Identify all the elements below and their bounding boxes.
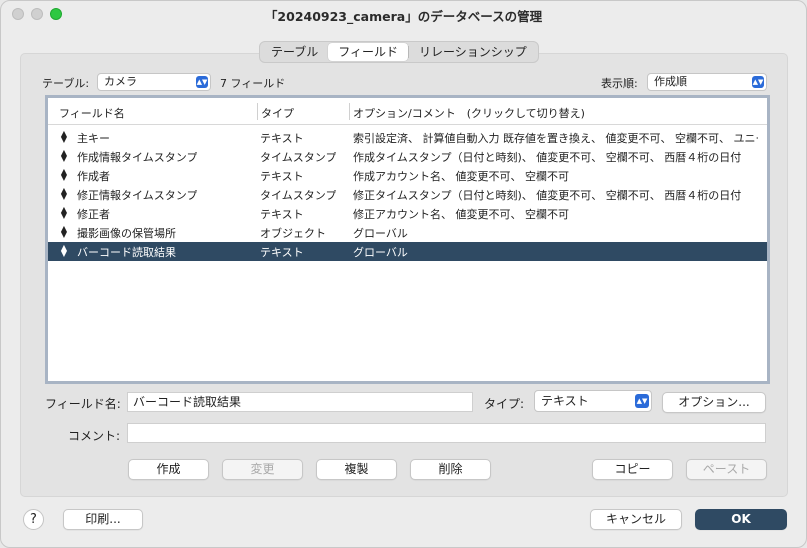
field-name-cell: 作成情報タイムスタンプ xyxy=(77,151,198,164)
drag-handle-icon[interactable]: ▲ ▼ xyxy=(60,149,68,163)
field-options-cell[interactable]: 作成アカウント名、 値変更不可、 空欄不可 xyxy=(353,168,758,184)
field-type-cell: タイムスタンプ xyxy=(260,151,337,164)
table-row-selected[interactable]: ▲ ▼ バーコード読取結果 テキスト グローバル xyxy=(48,242,767,261)
field-options-cell[interactable]: グローバル xyxy=(353,225,758,241)
fields-table[interactable]: フィールド名 タイプ オプション/コメント (クリックして切り替え) ▲ ▼ 主キ… xyxy=(45,95,770,384)
field-type-cell: テキスト xyxy=(260,170,304,183)
column-divider[interactable] xyxy=(349,103,350,120)
change-button[interactable]: 変更 xyxy=(222,459,303,480)
field-options-cell[interactable]: 作成タイムスタンプ（日付と時刻)、 値変更不可、 空欄不可、 西暦４桁の日付 xyxy=(353,149,758,165)
table-row[interactable]: ▲ ▼ 修正情報タイムスタンプ タイムスタンプ 修正タイムスタンプ（日付と時刻)、… xyxy=(48,185,767,204)
sort-label: 表示順: xyxy=(601,77,638,90)
tab-relationships[interactable]: リレーションシップ xyxy=(409,43,537,61)
field-name-cell: 修正者 xyxy=(77,208,110,221)
manage-database-window: 「20240923_camera」のデータベースの管理 テーブル フィールド リ… xyxy=(0,0,807,548)
drag-handle-icon[interactable]: ▲ ▼ xyxy=(60,244,68,258)
drag-handle-icon[interactable]: ▲ ▼ xyxy=(60,130,68,144)
sort-popup-value: 作成順 xyxy=(654,75,687,88)
field-name-cell: 修正情報タイムスタンプ xyxy=(77,189,198,202)
type-label: タイプ: xyxy=(484,397,525,411)
field-type-cell: タイムスタンプ xyxy=(260,189,337,202)
cancel-button[interactable]: キャンセル xyxy=(590,509,682,530)
table-row[interactable]: ▲ ▼ 主キー テキスト 索引設定済、 計算値自動入力 既存値を置き換え、 値変更… xyxy=(48,128,767,147)
column-header-options[interactable]: オプション/コメント (クリックして切り替え) xyxy=(353,105,585,121)
field-type-cell: テキスト xyxy=(260,132,304,145)
copy-button[interactable]: コピー xyxy=(592,459,673,480)
drag-handle-icon[interactable]: ▲ ▼ xyxy=(60,206,68,220)
field-type-cell: テキスト xyxy=(260,246,304,259)
field-options-cell[interactable]: 修正アカウント名、 値変更不可、 空欄不可 xyxy=(353,206,758,222)
sort-popup[interactable]: 作成順 ▲▼ xyxy=(647,73,767,91)
updown-chevron-icon: ▲▼ xyxy=(196,76,208,88)
field-options-cell[interactable]: 修正タイムスタンプ（日付と時刻)、 値変更不可、 空欄不可、 西暦４桁の日付 xyxy=(353,187,758,203)
field-count: 7 フィールド xyxy=(220,77,286,90)
comment-label: コメント: xyxy=(68,429,121,443)
field-options-cell[interactable]: 索引設定済、 計算値自動入力 既存値を置き換え、 値変更不可、 空欄不可、 ユニ… xyxy=(353,130,758,146)
table-header: フィールド名 タイプ オプション/コメント (クリックして切り替え) xyxy=(48,98,767,125)
ok-button[interactable]: OK xyxy=(695,509,787,530)
table-row[interactable]: ▲ ▼ 修正者 テキスト 修正アカウント名、 値変更不可、 空欄不可 xyxy=(48,204,767,223)
type-popup[interactable]: テキスト ▲▼ xyxy=(534,390,652,412)
updown-chevron-icon: ▲▼ xyxy=(635,394,649,408)
help-button[interactable]: ? xyxy=(23,509,44,530)
table-row[interactable]: ▲ ▼ 撮影画像の保管場所 オブジェクト グローバル xyxy=(48,223,767,242)
field-type-cell: テキスト xyxy=(260,208,304,221)
field-name-cell: 撮影画像の保管場所 xyxy=(77,227,176,240)
column-divider[interactable] xyxy=(257,103,258,120)
type-popup-value: テキスト xyxy=(541,394,589,408)
field-name-cell: 作成者 xyxy=(77,170,110,183)
table-popup-value: カメラ xyxy=(104,75,137,88)
tab-tables[interactable]: テーブル xyxy=(261,43,328,61)
tab-fields[interactable]: フィールド xyxy=(328,43,409,61)
updown-chevron-icon: ▲▼ xyxy=(752,76,764,88)
delete-button[interactable]: 削除 xyxy=(410,459,491,480)
table-row[interactable]: ▲ ▼ 作成情報タイムスタンプ タイムスタンプ 作成タイムスタンプ（日付と時刻)、… xyxy=(48,147,767,166)
table-label: テーブル: xyxy=(42,77,90,90)
drag-handle-icon[interactable]: ▲ ▼ xyxy=(60,187,68,201)
field-name-input[interactable]: バーコード読取結果 xyxy=(127,392,473,412)
table-row[interactable]: ▲ ▼ 作成者 テキスト 作成アカウント名、 値変更不可、 空欄不可 xyxy=(48,166,767,185)
field-type-cell: オブジェクト xyxy=(260,227,326,240)
tab-bar: テーブル フィールド リレーションシップ xyxy=(259,41,539,63)
paste-button[interactable]: ペースト xyxy=(686,459,767,480)
drag-handle-icon[interactable]: ▲ ▼ xyxy=(60,168,68,182)
window-title: 「20240923_camera」のデータベースの管理 xyxy=(264,9,543,24)
field-name-cell: 主キー xyxy=(77,132,110,145)
field-name-label: フィールド名: xyxy=(45,397,121,411)
create-button[interactable]: 作成 xyxy=(128,459,209,480)
field-options-cell[interactable]: グローバル xyxy=(353,244,758,260)
duplicate-button[interactable]: 複製 xyxy=(316,459,397,480)
title-bar: 「20240923_camera」のデータベースの管理 xyxy=(1,1,806,29)
comment-input[interactable] xyxy=(127,423,766,443)
field-name-cell: バーコード読取結果 xyxy=(77,246,176,259)
drag-handle-icon[interactable]: ▲ ▼ xyxy=(60,225,68,239)
column-header-name[interactable]: フィールド名 xyxy=(59,105,125,121)
options-button[interactable]: オプション... xyxy=(662,392,766,413)
column-header-type[interactable]: タイプ xyxy=(261,105,294,121)
table-popup[interactable]: カメラ ▲▼ xyxy=(97,73,211,91)
print-button[interactable]: 印刷... xyxy=(63,509,143,530)
